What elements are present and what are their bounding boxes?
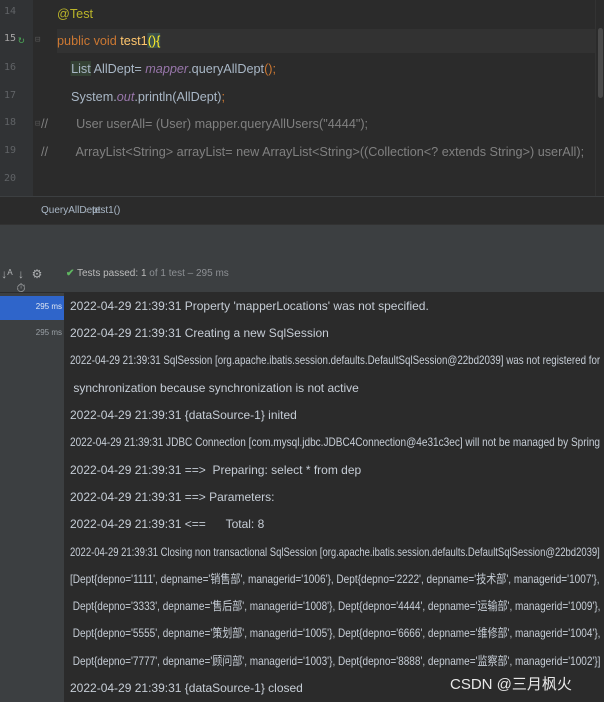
console-line: Dept{depno='5555', depname='策划部', manage… [70, 626, 601, 640]
fold-icon[interactable]: ⊟ [35, 119, 40, 129]
test-results-tree: 295 ms 295 ms [0, 293, 65, 702]
console-line: synchronization because synchronization … [70, 381, 359, 395]
code-line: System.out.println(AllDept); [57, 85, 602, 109]
code-token: AllDept= [90, 61, 146, 76]
tests-passed-label: Tests passed: [77, 268, 139, 279]
console-output[interactable]: 2022-04-29 21:39:31 Property 'mapperLoca… [64, 293, 604, 702]
console-line: 2022-04-29 21:39:31 {dataSource-1} close… [70, 681, 303, 695]
code-token: (); [264, 61, 277, 76]
code-token: test1 [120, 33, 148, 48]
code-token: () [147, 33, 157, 48]
console-line: 2022-04-29 21:39:31 ==> Preparing: selec… [70, 463, 362, 477]
line-number: 17 [4, 90, 17, 101]
watermark: CSDN @三月枫火 [450, 676, 572, 693]
console-line: 2022-04-29 21:39:31 JDBC Connection [com… [70, 435, 601, 449]
code-token: out [116, 89, 135, 104]
line-number: 14 [4, 6, 17, 17]
code-token: // User userAll= (User) mapper.queryAllU… [41, 116, 369, 131]
code-editor[interactable]: 14 15 16 17 18 19 20 ↻ ⊟ ⊟ @Test public v… [0, 0, 604, 196]
check-icon: ✔ [66, 268, 75, 279]
run-test-icon[interactable]: ↻ [18, 33, 25, 46]
console-line: [Dept{depno='1111', depname='销售部', manag… [70, 572, 600, 586]
code-line: // ArrayList<String> arrayList= new Arra… [41, 140, 586, 164]
test-status: ✔ Tests passed: 1 of 1 test – 295 ms [66, 268, 229, 279]
tests-passed-detail: of 1 test – 295 ms [149, 268, 229, 279]
breadcrumb-method[interactable]: test1() [92, 205, 120, 216]
code-token: @Test [57, 6, 94, 21]
code-token: .println(AllDept) [134, 89, 222, 104]
breadcrumb-separator: › [85, 205, 89, 216]
tests-passed-count: 1 [140, 268, 147, 279]
console-line: 2022-04-29 21:39:31 {dataSource-1} inite… [70, 408, 297, 422]
sort-alpha-icon[interactable]: ↓ᴬ [0, 267, 14, 281]
console-line: 2022-04-29 21:39:31 ==> Parameters: [70, 490, 275, 504]
test-runner-toolbar: ↓ᴬ ↓⏱ ⚙ ✔ Tests passed: 1 of 1 test – 29… [0, 258, 604, 295]
console-line: 2022-04-29 21:39:31 Creating a new SqlSe… [70, 326, 329, 340]
console-line: 2022-04-29 21:39:31 Property 'mapperLoca… [70, 299, 429, 313]
console-line: 2022-04-29 21:39:31 <== Total: 8 [70, 517, 265, 531]
code-token: // ArrayList<String> arrayList= new Arra… [41, 144, 585, 159]
line-number: 20 [4, 173, 17, 184]
console-line: 2022-04-29 21:39:31 Closing non transact… [70, 545, 600, 559]
line-number: 16 [4, 62, 17, 73]
code-token: mapper [145, 61, 189, 76]
scrollbar-thumb[interactable] [598, 28, 603, 98]
line-number: 18 [4, 117, 17, 128]
code-token: .queryAllDept [188, 61, 265, 76]
code-line: // User userAll= (User) mapper.queryAllU… [41, 112, 586, 136]
code-token: ; [221, 89, 226, 104]
code-token: System. [57, 89, 117, 104]
fold-icon[interactable]: ⊟ [35, 35, 40, 45]
line-number: 19 [4, 145, 17, 156]
console-line: Dept{depno='7777', depname='顾问部', manage… [70, 654, 601, 668]
code-line: public void test1(){ [57, 29, 602, 53]
line-number-gutter: 14 15 16 17 18 19 20 [0, 0, 33, 196]
test-tree-item[interactable]: 295 ms [0, 322, 64, 346]
settings-gear-icon[interactable]: ⚙ [30, 267, 44, 281]
code-token: public void [57, 33, 121, 48]
breadcrumb: QueryAllDept › test1() [0, 196, 604, 225]
code-token: List [71, 61, 91, 76]
sort-duration-icon[interactable]: ↓⏱ [14, 267, 28, 295]
test-duration: 295 ms [35, 302, 62, 311]
test-tree-item[interactable]: 295 ms [0, 296, 64, 320]
test-duration: 295 ms [35, 328, 62, 337]
console-line: 2022-04-29 21:39:31 SqlSession [org.apac… [70, 353, 601, 367]
console-line: Dept{depno='3333', depname='售后部', manage… [70, 599, 601, 613]
code-line: @Test [57, 2, 602, 26]
tool-window-header [0, 224, 604, 260]
vertical-scrollbar[interactable] [595, 0, 604, 196]
code-line: List AllDept= mapper.queryAllDept(); [57, 57, 602, 81]
code-token: { [156, 33, 161, 48]
